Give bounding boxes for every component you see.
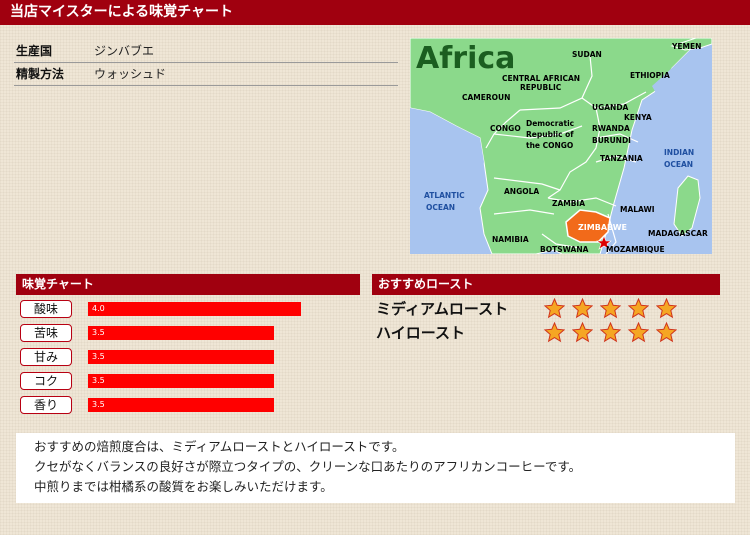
map-label: OCEAN xyxy=(426,203,455,212)
africa-map-image: Africa YEMEN SUDAN CENTRAL AFRICAN REPUB… xyxy=(410,38,712,254)
map-label: RWANDA xyxy=(592,124,630,133)
map-label: ATLANTIC xyxy=(424,191,465,200)
star-icon xyxy=(656,322,677,343)
map-label: TANZANIA xyxy=(600,154,643,163)
star-icon xyxy=(600,322,621,343)
roast-label: ミディアムロースト xyxy=(376,300,509,318)
map-label: CENTRAL AFRICAN xyxy=(502,74,580,83)
map-label: KENYA xyxy=(624,113,652,122)
taste-row: コク 3.5 xyxy=(20,372,320,390)
star-rating xyxy=(544,322,684,344)
roast-label: ハイロースト xyxy=(376,324,465,342)
star-icon xyxy=(544,322,565,343)
star-icon xyxy=(572,322,593,343)
map-label: REPUBLIC xyxy=(520,83,562,92)
taste-row: 酸味 4.0 xyxy=(20,300,320,318)
star-icon xyxy=(656,298,677,319)
taste-row: 香り 3.5 xyxy=(20,396,320,414)
africa-map: Africa YEMEN SUDAN CENTRAL AFRICAN REPUB… xyxy=(410,38,712,254)
info-value: ウォッシュド xyxy=(94,67,167,81)
info-label: 精製方法 xyxy=(16,67,65,81)
map-label: INDIAN xyxy=(664,148,694,157)
description-line: おすすめの焙煎度合は、ミディアムローストとハイローストです。 xyxy=(34,439,405,454)
map-label: UGANDA xyxy=(592,103,629,112)
info-value: ジンバブエ xyxy=(94,44,155,58)
map-label: Republic of xyxy=(526,130,574,139)
map-label: MADAGASCAR xyxy=(648,229,708,238)
map-label: YEMEN xyxy=(671,42,701,51)
map-label: MOZAMBIQUE xyxy=(606,245,665,254)
page-title: 当店マイスターによる味覚チャート xyxy=(0,0,750,25)
taste-label: 甘み xyxy=(20,348,72,366)
taste-label: 香り xyxy=(20,396,72,414)
taste-bar: 3.5 xyxy=(88,398,274,412)
taste-bar: 3.5 xyxy=(88,326,274,340)
taste-bar: 3.5 xyxy=(88,350,274,364)
map-label: MALAWI xyxy=(620,205,655,214)
taste-chart-heading: 味覚チャート xyxy=(16,274,360,295)
description-line: 中煎りまでは柑橘系の酸質をお楽しみいただけます。 xyxy=(34,479,333,494)
star-icon xyxy=(544,298,565,319)
star-rating xyxy=(544,298,684,320)
map-label: ANGOLA xyxy=(504,187,539,196)
info-label: 生産国 xyxy=(16,44,53,58)
map-label: SUDAN xyxy=(572,50,602,59)
map-label: ETHIOPIA xyxy=(630,71,670,80)
info-row-process: 精製方法 ウォッシュド xyxy=(14,63,398,86)
star-icon xyxy=(628,298,649,319)
taste-label: コク xyxy=(20,372,72,390)
taste-label: 苦味 xyxy=(20,324,72,342)
taste-bar: 4.0 xyxy=(88,302,301,316)
taste-row: 甘み 3.5 xyxy=(20,348,320,366)
star-icon xyxy=(600,298,621,319)
description-box: おすすめの焙煎度合は、ミディアムローストとハイローストです。 クセがなくバランス… xyxy=(16,433,735,503)
map-label: CAMEROUN xyxy=(462,93,510,102)
map-label-highlight: ZIMBABWE xyxy=(578,223,627,232)
map-label: Democratic xyxy=(526,119,574,128)
description-line: クセがなくバランスの良好さが際立つタイプの、クリーンな口あたりのアフリカンコーヒ… xyxy=(34,459,582,474)
map-label: CONGO xyxy=(490,124,521,133)
roast-heading: おすすめロースト xyxy=(372,274,720,295)
map-label: BURUNDI xyxy=(592,136,631,145)
taste-row: 苦味 3.5 xyxy=(20,324,320,342)
info-table: 生産国 ジンバブエ 精製方法 ウォッシュド xyxy=(14,40,398,86)
map-label: OCEAN xyxy=(664,160,693,169)
map-label: the CONGO xyxy=(526,141,573,150)
taste-label: 酸味 xyxy=(20,300,72,318)
roast-row-high: ハイロースト xyxy=(376,322,716,344)
star-icon xyxy=(572,298,593,319)
map-title: Africa xyxy=(416,41,515,76)
map-label: NAMIBIA xyxy=(492,235,529,244)
roast-row-medium: ミディアムロースト xyxy=(376,298,716,320)
map-label: BOTSWANA xyxy=(540,245,589,254)
info-row-origin: 生産国 ジンバブエ xyxy=(14,40,398,63)
map-label: ZAMBIA xyxy=(552,199,585,208)
star-icon xyxy=(628,322,649,343)
taste-bar: 3.5 xyxy=(88,374,274,388)
